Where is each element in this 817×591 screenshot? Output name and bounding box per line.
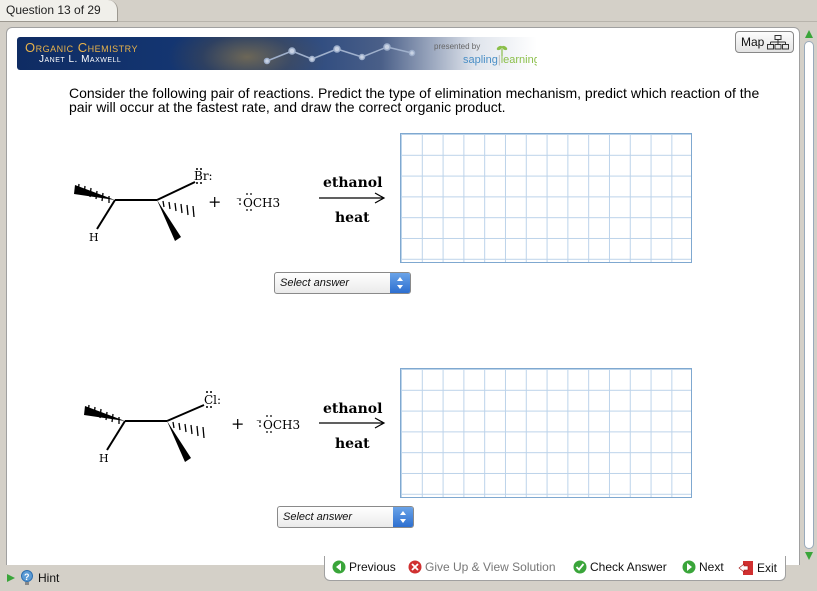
hydrogen-label-2: H bbox=[99, 452, 109, 465]
scroll-down-icon[interactable] bbox=[804, 551, 814, 561]
solvent-label-1: ethanol bbox=[323, 175, 382, 191]
scroll-track[interactable] bbox=[804, 41, 814, 549]
methoxide-1: ⁻ OCH3 bbox=[236, 193, 280, 211]
substrate-2: H Cl: bbox=[84, 391, 221, 465]
methoxide-label-1: OCH3 bbox=[243, 196, 280, 210]
select-arrows-icon bbox=[393, 507, 413, 527]
question-tab[interactable]: Question 13 of 29 bbox=[0, 0, 118, 22]
vertical-scrollbar[interactable] bbox=[801, 27, 817, 563]
hint-button[interactable]: ? Hint bbox=[6, 570, 59, 586]
scroll-up-icon[interactable] bbox=[804, 29, 814, 39]
plus-sign-2: + bbox=[231, 414, 244, 433]
previous-arrow-icon bbox=[332, 560, 346, 574]
chlorine-label: Cl: bbox=[204, 393, 221, 407]
question-frame: Organic Chemistry Janet L. Maxwell prese… bbox=[6, 27, 800, 583]
question-icon: ? bbox=[21, 570, 33, 585]
hydrogen-label-1: H bbox=[89, 231, 99, 244]
condition-label-2: heat bbox=[335, 436, 370, 452]
methoxide-2: ⁻ OCH3 bbox=[256, 415, 300, 433]
svg-text:?: ? bbox=[24, 572, 30, 582]
tab-bar: Question 13 of 29 bbox=[0, 0, 817, 22]
exit-button[interactable]: Exit bbox=[738, 560, 777, 576]
condition-label-1: heat bbox=[335, 210, 370, 226]
plus-sign-1: + bbox=[208, 192, 221, 211]
give-up-button[interactable]: Give Up & View Solution bbox=[408, 560, 556, 574]
check-icon bbox=[573, 560, 587, 574]
solvent-label-2: ethanol bbox=[323, 401, 382, 417]
check-answer-button[interactable]: Check Answer bbox=[573, 560, 667, 574]
mechanism-select-1[interactable]: Select answer bbox=[274, 272, 411, 294]
select-arrows-icon bbox=[390, 273, 410, 293]
mechanism-select-2[interactable]: Select answer bbox=[277, 506, 414, 528]
substrate-1: H Br: bbox=[74, 168, 213, 244]
play-arrow-icon bbox=[7, 574, 15, 582]
methoxide-label-2: OCH3 bbox=[263, 418, 300, 432]
bromine-label: Br: bbox=[194, 169, 213, 183]
svg-text:⁻: ⁻ bbox=[256, 416, 262, 429]
drawing-canvas-1[interactable] bbox=[400, 133, 692, 263]
cancel-icon bbox=[408, 560, 422, 574]
navigation-bar: Previous Give Up & View Solution Check A… bbox=[324, 556, 786, 581]
next-arrow-icon bbox=[682, 560, 696, 574]
exit-door-icon bbox=[738, 561, 753, 575]
next-button[interactable]: Next bbox=[682, 560, 724, 574]
reaction-scheme: H Br: + ⁻ OCH3 ethanol heat H Cl: + ⁻ OC… bbox=[74, 168, 386, 465]
svg-text:⁻: ⁻ bbox=[236, 194, 242, 207]
previous-button[interactable]: Previous bbox=[332, 560, 396, 574]
drawing-canvas-2[interactable] bbox=[400, 368, 692, 498]
